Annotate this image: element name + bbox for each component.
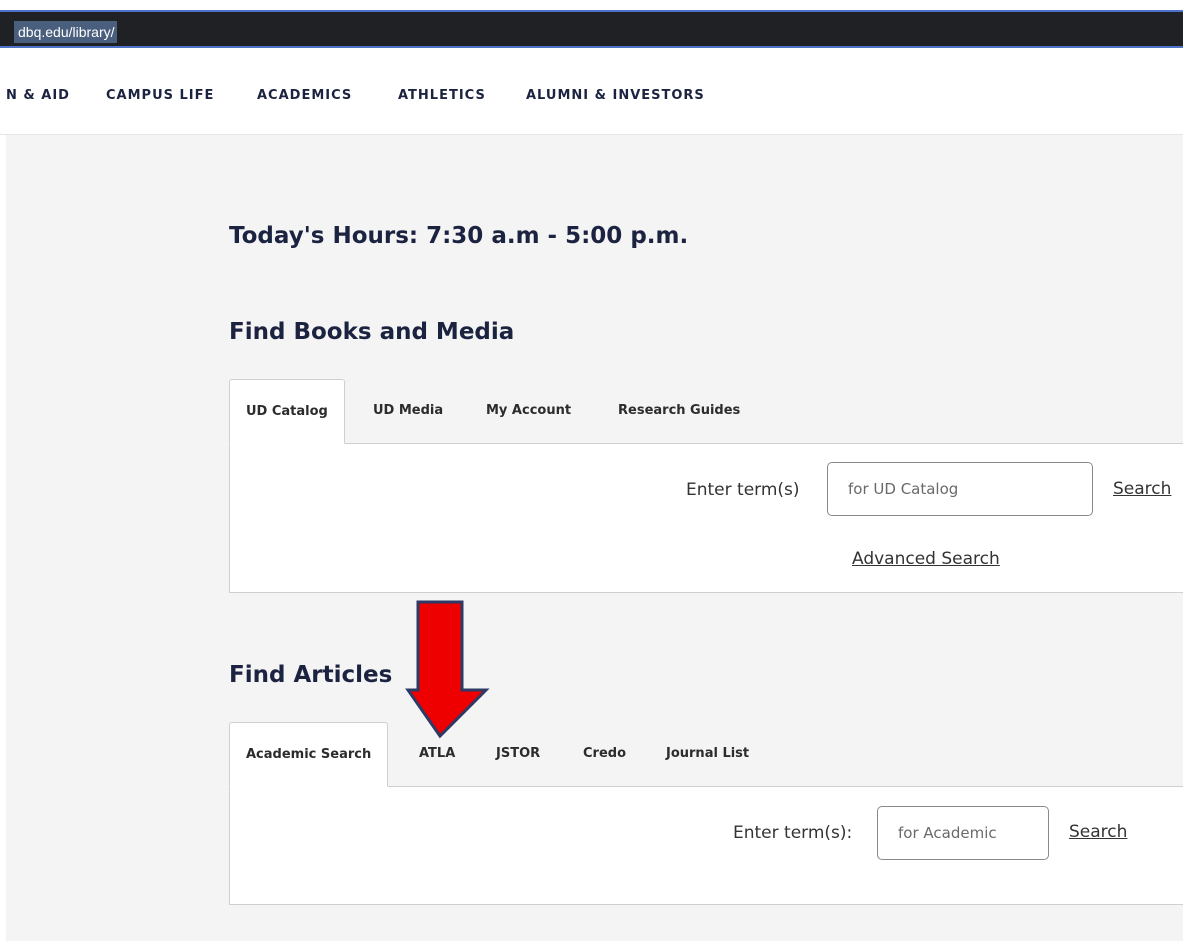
nav-item-athletics[interactable]: ATHLETICS [398,88,486,103]
books-search-input[interactable] [827,462,1093,516]
tab-jstor[interactable]: JSTOR [496,722,540,786]
tab-research-guides[interactable]: Research Guides [618,379,740,443]
nav-item-campus-life[interactable]: CAMPUS LIFE [106,88,214,103]
url-text[interactable]: dbq.edu/library/ [14,21,117,43]
articles-tab-bar: Academic Search ATLA JSTOR Credo Journal… [229,722,1183,787]
todays-hours: Today's Hours: 7:30 a.m - 5:00 p.m. [229,223,689,249]
tab-academic-search[interactable]: Academic Search [229,722,389,787]
nav-item-academics[interactable]: ACADEMICS [257,88,352,103]
tab-my-account[interactable]: My Account [486,379,571,443]
books-search-panel: Enter term(s) Search Advanced Search [229,443,1183,593]
nav-item-admission-aid[interactable]: N & AID [6,88,70,103]
site-navigation: N & AID CAMPUS LIFE ACADEMICS ATHLETICS … [0,52,1183,135]
tab-ud-catalog[interactable]: UD Catalog [229,379,345,444]
find-articles-heading: Find Articles [229,662,393,688]
articles-enter-terms-label: Enter term(s): [733,823,853,843]
articles-search-input[interactable] [877,806,1049,860]
tab-credo[interactable]: Credo [583,722,626,786]
books-tab-bar: UD Catalog UD Media My Account Research … [229,379,1183,444]
red-down-arrow-icon [405,600,490,739]
nav-item-alumni-investors[interactable]: ALUMNI & INVESTORS [526,88,705,103]
articles-search-button[interactable]: Search [1069,822,1127,842]
tab-journal-list[interactable]: Journal List [666,722,749,786]
books-enter-terms-label: Enter term(s) [686,480,800,500]
browser-address-bar: dbq.edu/library/ [0,0,1183,52]
address-bar-field[interactable]: dbq.edu/library/ [0,10,1183,48]
advanced-search-link[interactable]: Advanced Search [852,549,1000,569]
tab-ud-media[interactable]: UD Media [373,379,443,443]
articles-search-panel: Enter term(s): Search [229,786,1183,905]
books-search-button[interactable]: Search [1113,479,1171,499]
find-books-heading: Find Books and Media [229,319,515,345]
